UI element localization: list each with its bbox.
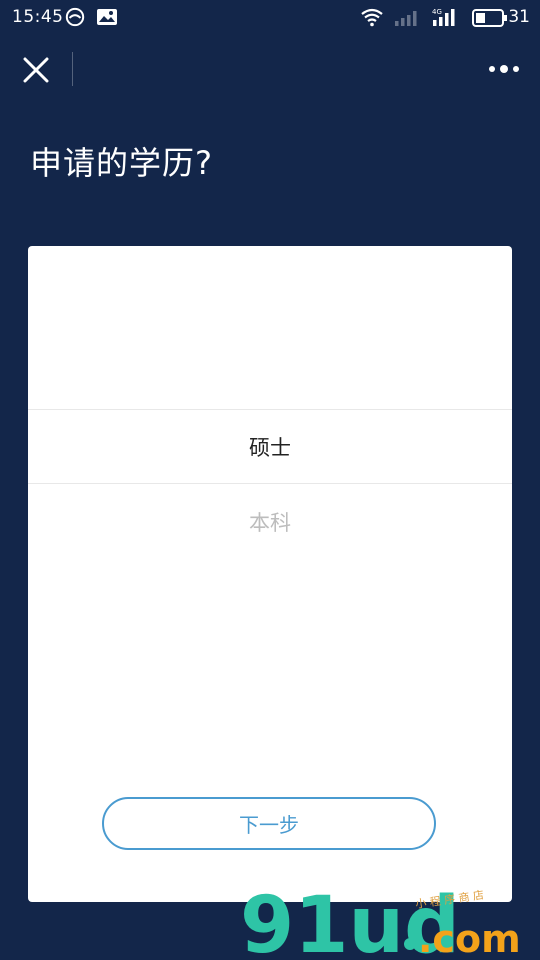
question-title: 申请的学历? (30, 144, 213, 182)
picker-option-selected[interactable]: 硕士 (28, 432, 512, 462)
more-button[interactable] (484, 54, 524, 84)
signal-weak-icon (395, 11, 417, 26)
more-dots-icon (489, 65, 519, 73)
battery-percent: 31 (508, 7, 530, 27)
message-app-icon (65, 7, 85, 27)
close-icon (23, 57, 49, 83)
close-button[interactable] (14, 50, 58, 90)
picker-bottom-line (28, 483, 512, 484)
status-bar: 15:45 4G 31 (0, 0, 540, 34)
picker-top-line (28, 409, 512, 410)
network-label: 4G (432, 8, 442, 16)
education-picker[interactable]: 硕士 本科 (28, 246, 512, 766)
nav-divider (72, 52, 73, 86)
picker-option[interactable]: 本科 (28, 507, 512, 537)
picker-card: 硕士 本科 下一步 (28, 246, 512, 902)
watermark-logo: 91ud .com 小 程 序 商 店 (240, 886, 521, 956)
battery-icon (472, 9, 507, 27)
watermark-suffix: .com (418, 917, 521, 956)
wifi-icon (361, 8, 383, 27)
screen: 15:45 4G 31 申请的学历? 硕士 本科 下一步 91ud .com 小… (0, 0, 540, 960)
signal-4g-icon: 4G (432, 8, 455, 26)
status-time: 15:45 (12, 7, 64, 27)
nav-bar (0, 34, 540, 104)
next-button[interactable]: 下一步 (102, 797, 436, 850)
gallery-app-icon (97, 9, 117, 25)
